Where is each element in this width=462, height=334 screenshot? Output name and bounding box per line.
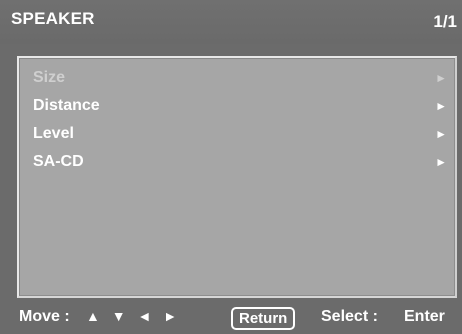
speaker-menu: Size ► Distance ► Level ► SA-CD ► [19, 64, 455, 176]
menu-panel: Size ► Distance ► Level ► SA-CD ► [17, 56, 457, 298]
right-arrow-icon: ► [435, 99, 447, 113]
menu-item-label: Size [33, 69, 66, 86]
up-arrow-icon: ▲ [86, 308, 100, 324]
right-arrow-icon: ► [163, 308, 178, 324]
menu-item-distance[interactable]: Distance ► [19, 92, 455, 120]
right-arrow-icon: ► [435, 71, 447, 85]
help-bar: Move : ▲ ▼ ◄ ► Return Select : Enter [0, 302, 462, 334]
menu-item-label: Distance [33, 97, 100, 114]
page-indicator: 1/1 [433, 12, 457, 31]
menu-item-label: Level [33, 125, 74, 142]
title-bar: SPEAKER 1/1 [0, 0, 462, 44]
right-arrow-icon: ► [435, 155, 447, 169]
menu-item-size[interactable]: Size ► [19, 64, 455, 92]
menu-item-level[interactable]: Level ► [19, 120, 455, 148]
select-hint-label: Select : [321, 308, 378, 325]
right-arrow-icon: ► [435, 127, 447, 141]
move-hint-label: Move : [19, 308, 70, 325]
return-key-hint: Return [231, 307, 296, 330]
menu-item-sa-cd[interactable]: SA-CD ► [19, 148, 455, 176]
enter-key-hint: Enter [404, 308, 445, 325]
menu-title: SPEAKER [11, 9, 95, 28]
down-arrow-icon: ▼ [111, 308, 126, 324]
menu-item-label: SA-CD [33, 153, 84, 170]
move-arrows: ▲ ▼ ◄ ► [86, 308, 185, 324]
left-arrow-icon: ◄ [137, 308, 152, 324]
